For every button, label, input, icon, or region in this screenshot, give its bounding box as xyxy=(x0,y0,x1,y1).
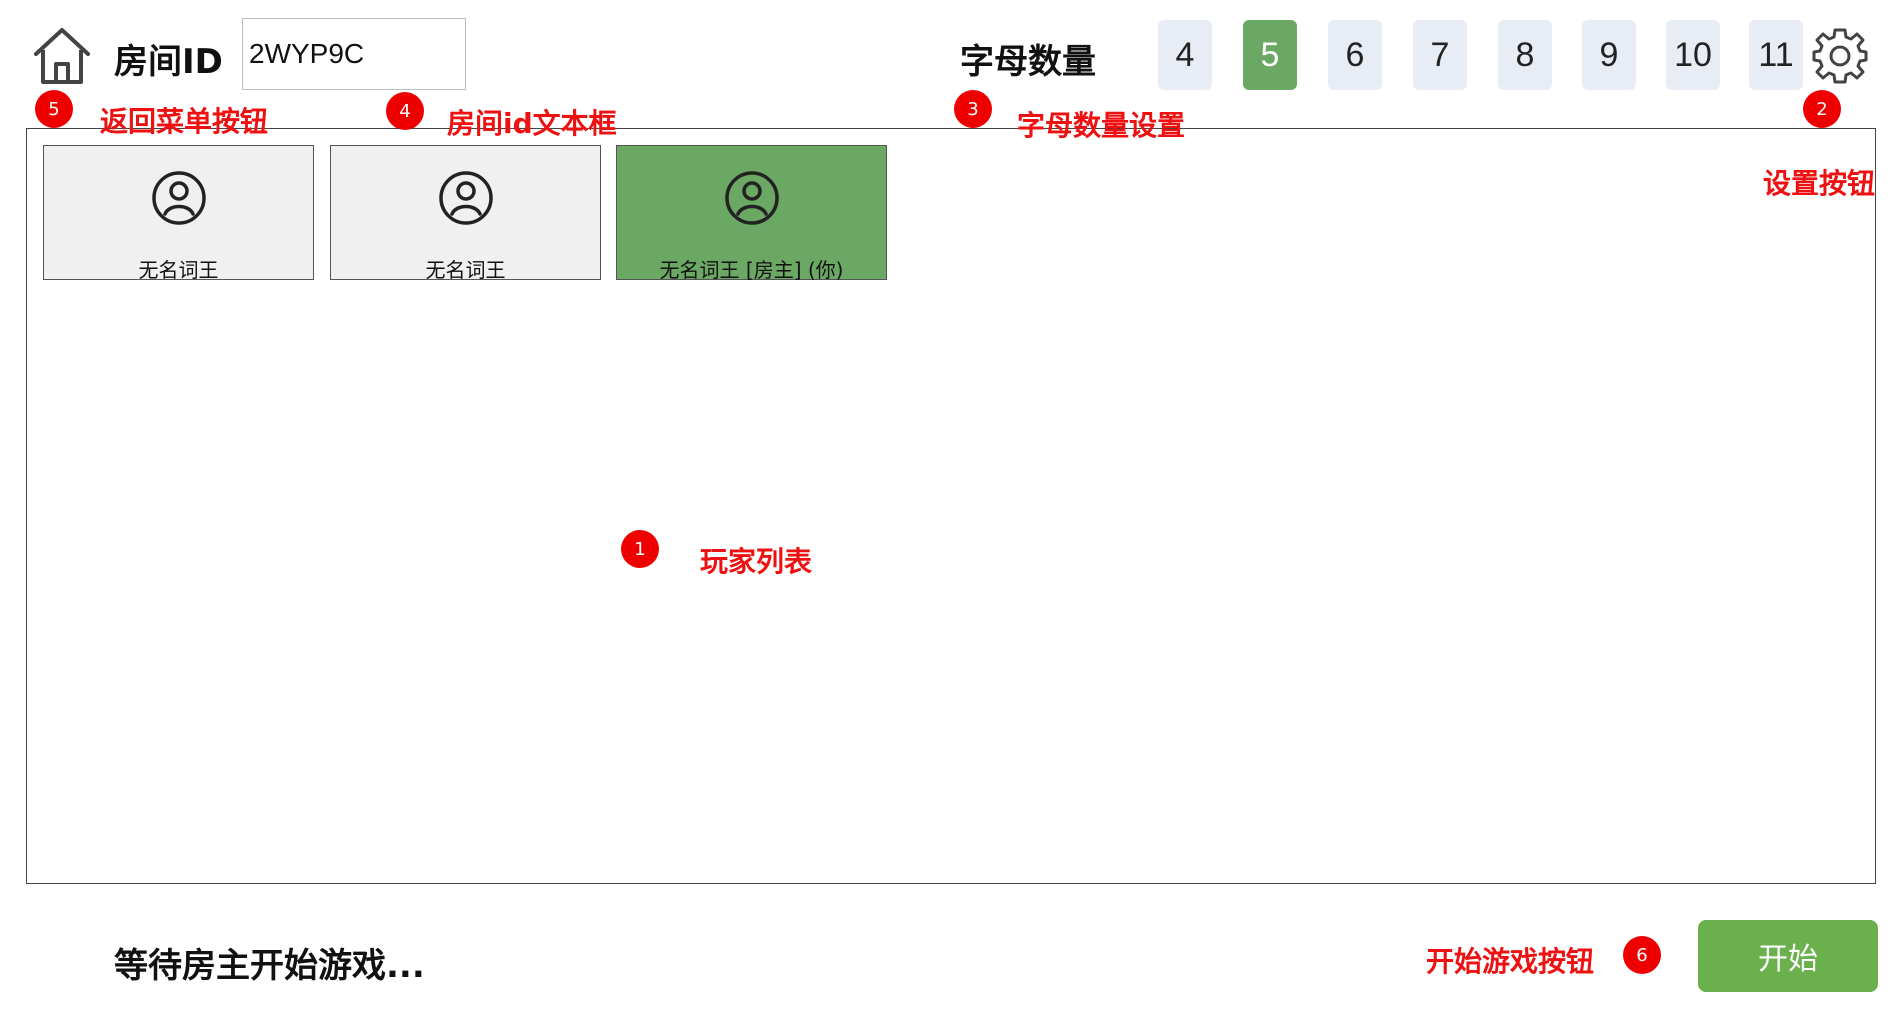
annotation-marker-2: 2 xyxy=(1803,90,1841,128)
settings-button[interactable] xyxy=(1808,24,1872,88)
annotation-label-3: 字母数量设置 xyxy=(1017,109,1186,142)
home-button[interactable] xyxy=(30,24,94,88)
player-card: 无名词王 xyxy=(43,145,314,282)
start-game-button[interactable]: 开始 xyxy=(1698,920,1878,992)
player-name: 无名词王 [房主] (你) xyxy=(659,258,844,282)
annotation-label-2: 设置按钮 xyxy=(1763,167,1876,200)
waiting-status: 等待房主开始游戏... xyxy=(114,946,425,986)
letter-count-option-8[interactable]: 8 xyxy=(1498,20,1552,90)
annotation-label-6: 开始游戏按钮 xyxy=(1426,945,1595,978)
room-id-field[interactable] xyxy=(242,18,466,90)
user-circle-icon xyxy=(725,171,779,225)
annotation-marker-4: 4 xyxy=(386,92,424,130)
letter-count-option-4[interactable]: 4 xyxy=(1158,20,1212,90)
letter-count-label: 字母数量 xyxy=(960,42,1096,82)
letter-count-option-6[interactable]: 6 xyxy=(1328,20,1382,90)
annotation-marker-5: 5 xyxy=(35,90,73,128)
home-icon xyxy=(34,28,90,84)
annotation-label-5: 返回菜单按钮 xyxy=(100,105,269,138)
letter-count-option-7[interactable]: 7 xyxy=(1413,20,1467,90)
annotation-marker-1: 1 xyxy=(621,530,659,568)
letter-count-option-9[interactable]: 9 xyxy=(1582,20,1636,90)
player-card-host: 无名词王 [房主] (你) xyxy=(616,145,887,282)
letter-count-option-10[interactable]: 10 xyxy=(1666,20,1720,90)
user-circle-icon xyxy=(152,171,206,225)
player-name: 无名词王 xyxy=(138,258,219,282)
annotation-marker-6: 6 xyxy=(1623,936,1661,974)
annotation-label-1: 玩家列表 xyxy=(700,545,813,578)
player-name: 无名词王 xyxy=(425,258,506,282)
user-circle-icon xyxy=(439,171,493,225)
letter-count-option-11[interactable]: 11 xyxy=(1749,20,1803,90)
letter-count-option-5[interactable]: 5 xyxy=(1243,20,1297,90)
room-id-label: 房间ID xyxy=(114,42,223,82)
gear-icon xyxy=(1812,28,1868,84)
player-card: 无名词王 xyxy=(330,145,601,282)
annotation-label-4: 房间id文本框 xyxy=(447,107,617,140)
annotation-marker-3: 3 xyxy=(954,90,992,128)
